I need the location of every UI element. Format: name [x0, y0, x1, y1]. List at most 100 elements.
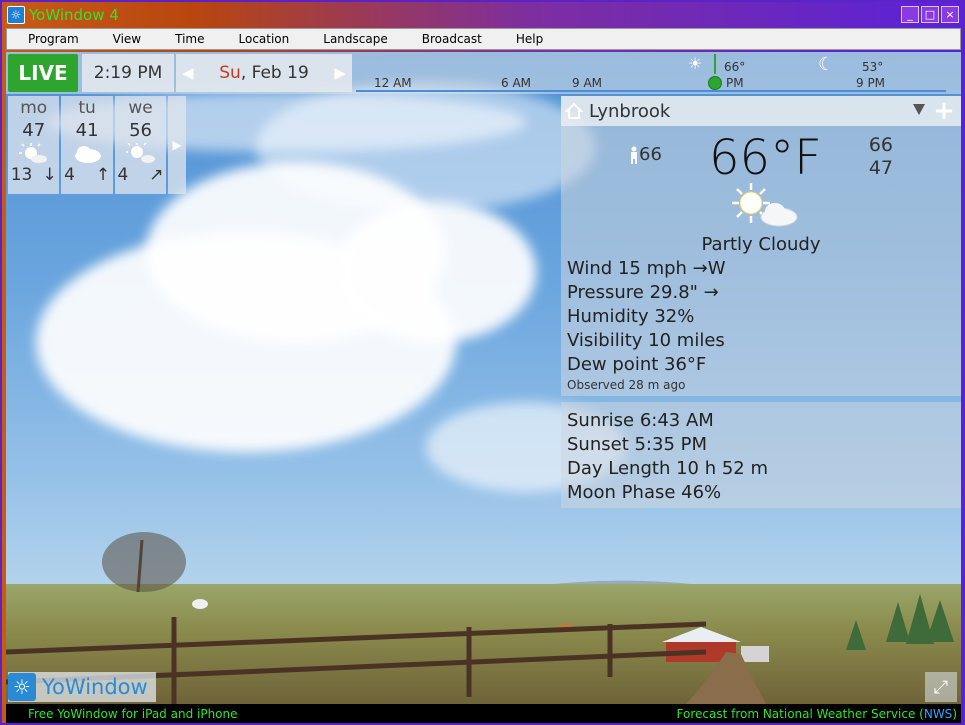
- timeline-label-12am: 12 AM: [374, 76, 412, 90]
- cloud-shape: [256, 82, 596, 212]
- person-icon: [631, 146, 637, 164]
- yowindow-logo-icon: ☼: [8, 673, 36, 701]
- forecast-wind-speed: 13: [10, 165, 33, 185]
- forecast-day-name: we: [128, 98, 153, 118]
- observed-time: Observed 28 m ago: [567, 378, 686, 392]
- timeline-current-marker[interactable]: [708, 76, 722, 90]
- visibility-detail: Visibility 10 miles: [567, 330, 725, 351]
- forecast-source-suffix: ): [952, 706, 957, 721]
- forecast-wind: 4 ↑: [64, 165, 110, 185]
- current-temperature[interactable]: 66°F: [709, 130, 822, 186]
- date-selector: ◀ Su, Feb 19 ▶: [176, 54, 352, 92]
- timeline-track: [356, 90, 946, 92]
- app-window: ☼ YoWindow 4 _ □ × Program View Time Loc…: [0, 0, 965, 725]
- forecast-source-prefix: Forecast from National Weather Service (: [676, 706, 924, 721]
- forecast-temp: 56: [129, 120, 152, 141]
- timeline-current-needle: [714, 54, 716, 74]
- wind-detail: Wind 15 mph →W: [567, 258, 726, 279]
- forecast-day-mon[interactable]: mo 47 13 ↓: [8, 96, 60, 194]
- location-name[interactable]: Lynbrook: [589, 101, 670, 122]
- forecast-day-wed[interactable]: we 56 4 ↗: [114, 96, 167, 194]
- menu-landscape[interactable]: Landscape: [301, 32, 399, 46]
- menu-program[interactable]: Program: [7, 32, 91, 46]
- timeline-sun-icon: ☀: [688, 54, 703, 73]
- date-day: Su: [219, 63, 241, 83]
- day-length-text: Day Length 10 h 52 m: [567, 458, 768, 479]
- close-button[interactable]: ×: [941, 6, 959, 23]
- location-bar: Lynbrook +: [561, 96, 961, 126]
- forecast-temp: 41: [75, 120, 99, 141]
- feels-like-value: 66: [639, 144, 662, 165]
- low-temp: 47: [868, 157, 893, 179]
- top-bar: LIVE 2:19 PM ◀ Su, Feb 19 ▶ 12 AM 6 AM 9…: [6, 52, 961, 94]
- location-dropdown-icon[interactable]: [913, 104, 925, 115]
- dew-point-detail: Dew point 36°F: [567, 354, 707, 375]
- time-timeline[interactable]: 12 AM 6 AM 9 AM PM 9 PM ☀ 66° ☾ 53°: [356, 54, 946, 92]
- timeline-label-6am: 6 AM: [501, 76, 532, 90]
- next-day-arrow-icon[interactable]: ▶: [334, 64, 346, 82]
- timeline-label-pm: PM: [726, 76, 744, 90]
- window-title: YoWindow 4: [29, 6, 119, 24]
- wind-arrow-icon: ↓: [42, 165, 57, 185]
- menu-location[interactable]: Location: [217, 32, 302, 46]
- maximize-button[interactable]: □: [921, 6, 939, 23]
- window-controls: _ □ ×: [901, 6, 959, 23]
- forecast-wind-speed: 4: [64, 165, 75, 185]
- home-icon[interactable]: [564, 102, 584, 120]
- status-bar: Free YoWindow for iPad and iPhone Foreca…: [6, 704, 961, 723]
- date-text: Su, Feb 19: [219, 63, 309, 83]
- daily-forecast: mo 47 13 ↓ tu 41 4 ↑ we 56 4 ↗ ▶: [8, 96, 187, 194]
- live-button[interactable]: LIVE: [8, 54, 78, 92]
- forecast-wind: 4 ↗: [118, 165, 164, 185]
- menu-view[interactable]: View: [91, 32, 153, 46]
- add-location-button[interactable]: +: [931, 98, 957, 124]
- timeline-temp-night: 53°: [862, 60, 884, 74]
- forecast-day-tue[interactable]: tu 41 4 ↑: [61, 96, 113, 194]
- forecast-day-name: mo: [20, 98, 48, 118]
- partly-cloudy-large-icon: [732, 183, 798, 227]
- forecast-temp: 47: [22, 120, 46, 141]
- forecast-day-name: tu: [78, 98, 96, 118]
- weather-scene: LIVE 2:19 PM ◀ Su, Feb 19 ▶ 12 AM 6 AM 9…: [6, 52, 961, 704]
- yowindow-brand[interactable]: ☼ YoWindow: [8, 672, 156, 702]
- pressure-detail: Pressure 29.8" →: [567, 282, 719, 303]
- condition-text: Partly Cloudy: [701, 234, 821, 255]
- wind-arrow-icon: ↑: [95, 165, 111, 185]
- wind-arrow-icon: ↗: [149, 165, 164, 185]
- timeline-label-9pm: 9 PM: [856, 76, 886, 90]
- menu-broadcast[interactable]: Broadcast: [400, 32, 494, 46]
- menu-time[interactable]: Time: [153, 32, 216, 46]
- menu-help[interactable]: Help: [494, 32, 555, 46]
- timeline-label-9am: 9 AM: [572, 76, 603, 90]
- high-low: 66 47: [869, 134, 893, 180]
- cloudy-icon: [72, 143, 102, 163]
- forecast-wind-speed: 4: [117, 165, 129, 185]
- time-display[interactable]: 2:19 PM: [82, 54, 174, 92]
- nws-link[interactable]: NWS: [924, 707, 952, 721]
- app-icon: ☼: [7, 6, 25, 24]
- fullscreen-icon[interactable]: ⤢: [925, 672, 957, 702]
- feels-like: 66: [629, 144, 662, 165]
- forecast-wind: 13 ↓: [11, 165, 57, 185]
- weather-panel: Lynbrook + 66 66°F 66 47 Partly Cloudy W…: [561, 96, 961, 508]
- high-temp: 66: [868, 134, 893, 156]
- prev-day-arrow-icon[interactable]: ◀: [182, 64, 194, 82]
- astro-info: Sunrise 6:43 AM Sunset 5:35 PM Day Lengt…: [561, 402, 961, 508]
- title-bar: ☼ YoWindow 4 _ □ ×: [4, 4, 961, 26]
- forecast-source: Forecast from National Weather Service (…: [677, 707, 958, 721]
- ipad-promo-link[interactable]: Free YoWindow for iPad and iPhone: [28, 707, 238, 721]
- sunny-cloudy-icon: [18, 143, 49, 163]
- forecast-next-arrow-icon[interactable]: ▶: [168, 96, 187, 194]
- sunrise-text: Sunrise 6:43 AM: [567, 410, 714, 431]
- timeline-moon-icon: ☾: [818, 54, 835, 75]
- moon-phase-text: Moon Phase 46%: [567, 482, 722, 503]
- timeline-temp-day: 66°: [724, 60, 746, 74]
- menu-bar: Program View Time Location Landscape Bro…: [6, 28, 961, 50]
- date-rest: , Feb 19: [240, 63, 309, 83]
- sunset-text: Sunset 5:35 PM: [567, 434, 708, 455]
- current-conditions: 66 66°F 66 47 Partly Cloudy Wind 15 mph …: [561, 126, 961, 396]
- cloud-shape: [336, 202, 536, 342]
- minimize-button[interactable]: _: [901, 6, 919, 23]
- partly-cloudy-icon: [125, 142, 156, 163]
- brand-name: YoWindow: [42, 675, 148, 699]
